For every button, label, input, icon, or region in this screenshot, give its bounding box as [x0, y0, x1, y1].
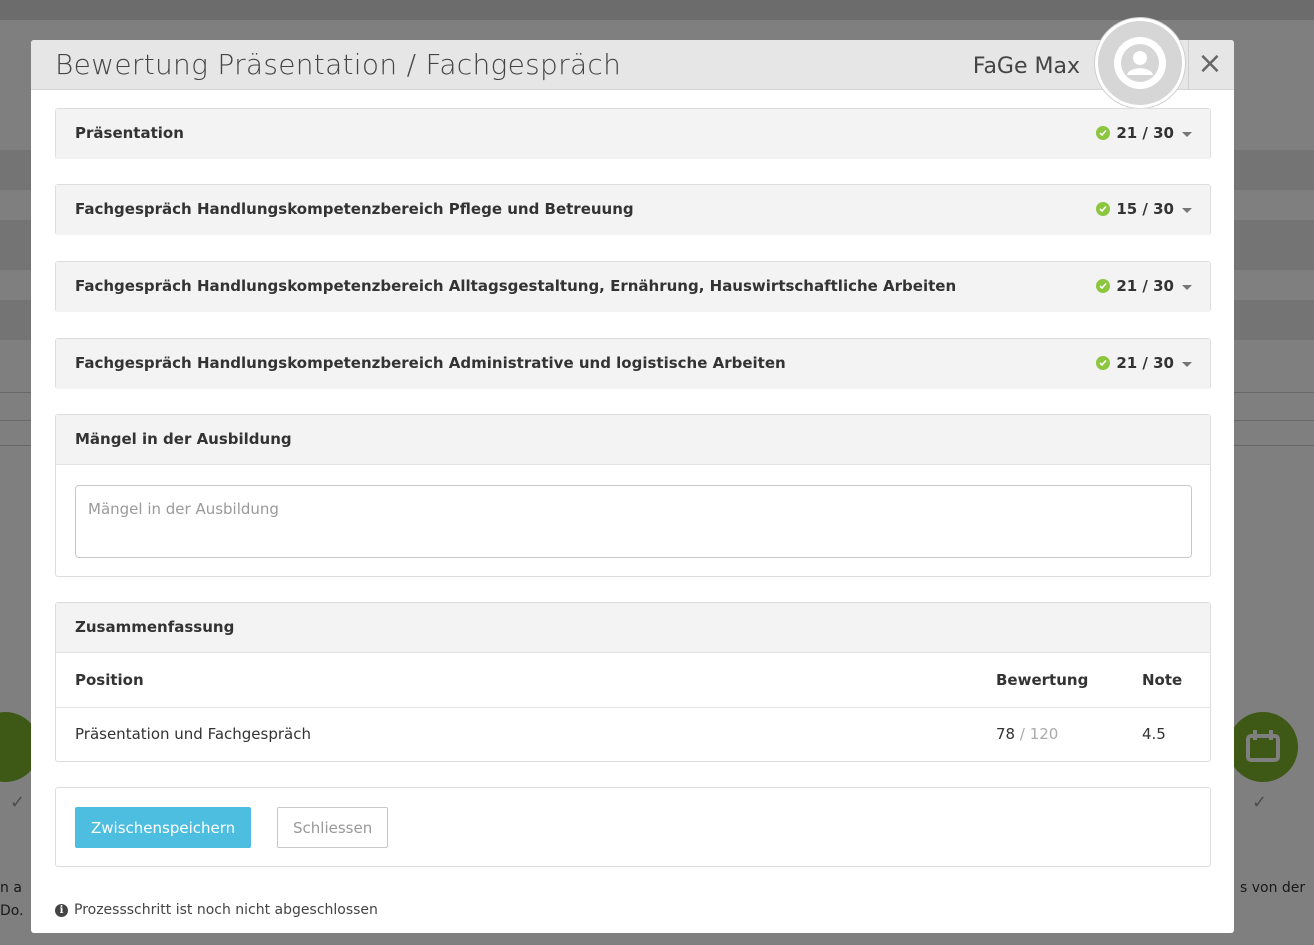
info-icon: i [55, 903, 68, 917]
section-alltagsgestaltung[interactable]: Fachgespräch Handlungskompetenzbereich A… [55, 261, 1211, 312]
summary-title: Zusammenfassung [75, 618, 235, 636]
section-administrative[interactable]: Fachgespräch Handlungskompetenzbereich A… [55, 338, 1211, 389]
close-button[interactable]: Schliessen [277, 807, 389, 848]
section-praesentation[interactable]: Präsentation 21 / 30 [55, 108, 1211, 159]
section-header[interactable]: Fachgespräch Handlungskompetenzbereich A… [56, 262, 1210, 312]
modal-title: Bewertung Präsentation / Fachgespräch [55, 48, 622, 81]
section-title: Fachgespräch Handlungskompetenzbereich P… [75, 200, 634, 218]
section-score: 21 / 30 [1096, 124, 1192, 142]
check-circle-icon [1096, 356, 1111, 370]
maengel-header: Mängel in der Ausbildung [56, 415, 1210, 465]
modal-header: Bewertung Präsentation / Fachgespräch Fa… [31, 18, 1234, 108]
section-title: Fachgespräch Handlungskompetenzbereich A… [75, 277, 957, 295]
status-message: i Prozessschritt ist noch nicht abgeschl… [55, 902, 378, 918]
check-circle-icon [1096, 279, 1111, 293]
user-name: FaGe Max [972, 54, 1080, 79]
score-value: 21 / 30 [1116, 354, 1174, 372]
score-value: 21 / 30 [1116, 124, 1174, 142]
score-value: 21 / 30 [1116, 277, 1174, 295]
column-note: Note [1123, 653, 1210, 708]
header-separator [1188, 40, 1189, 90]
table-row: Präsentation und Fachgespräch 78 / 120 4… [56, 707, 1210, 761]
row-score-max: 120 [1029, 725, 1059, 744]
column-bewertung: Bewertung [977, 653, 1123, 708]
section-header[interactable]: Fachgespräch Handlungskompetenzbereich A… [56, 339, 1210, 389]
section-title: Präsentation [75, 124, 184, 142]
caret-down-icon[interactable] [1182, 132, 1192, 137]
caret-down-icon[interactable] [1182, 362, 1192, 367]
summary-header: Zusammenfassung [56, 603, 1210, 653]
summary-panel: Zusammenfassung Position Bewertung Note … [55, 602, 1211, 762]
section-header[interactable]: Fachgespräch Handlungskompetenzbereich P… [56, 185, 1210, 235]
section-score: 21 / 30 [1096, 354, 1192, 372]
maengel-textarea[interactable] [75, 485, 1192, 558]
evaluation-modal: Bewertung Präsentation / Fachgespräch Fa… [31, 18, 1234, 933]
section-title: Fachgespräch Handlungskompetenzbereich A… [75, 354, 786, 372]
user-icon [1114, 37, 1166, 89]
status-text: Prozessschritt ist noch nicht abgeschlos… [74, 902, 378, 918]
score-value: 15 / 30 [1116, 200, 1174, 218]
close-icon[interactable]: × [1194, 46, 1226, 82]
row-note: 4.5 [1142, 725, 1166, 744]
row-bewertung: 78 / 120 [977, 707, 1123, 761]
avatar [1095, 18, 1185, 108]
section-score: 21 / 30 [1096, 277, 1192, 295]
row-score: 78 [996, 725, 1016, 744]
save-draft-button[interactable]: Zwischenspeichern [75, 807, 252, 848]
section-score: 15 / 30 [1096, 200, 1192, 218]
row-score-separator: / [1015, 725, 1030, 744]
maengel-title: Mängel in der Ausbildung [75, 430, 292, 448]
column-position: Position [56, 653, 977, 708]
actions-panel: Zwischenspeichern Schliessen [55, 787, 1211, 867]
check-circle-icon [1096, 126, 1111, 140]
table-header-row: Position Bewertung Note [56, 653, 1210, 708]
summary-table: Position Bewertung Note Präsentation und… [56, 653, 1210, 761]
check-circle-icon [1096, 202, 1111, 216]
section-pflege-betreuung[interactable]: Fachgespräch Handlungskompetenzbereich P… [55, 184, 1211, 235]
row-position: Präsentation und Fachgespräch [75, 725, 311, 744]
caret-down-icon[interactable] [1182, 285, 1192, 290]
section-header[interactable]: Präsentation 21 / 30 [56, 109, 1210, 159]
caret-down-icon[interactable] [1182, 208, 1192, 213]
maengel-panel: Mängel in der Ausbildung [55, 414, 1211, 577]
